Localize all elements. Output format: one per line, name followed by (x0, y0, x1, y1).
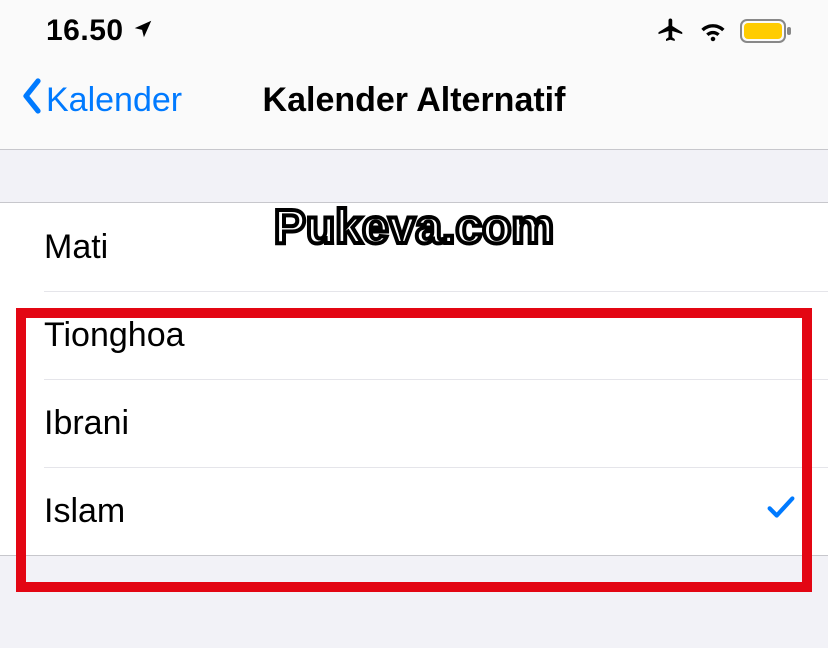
status-bar-left: 16.50 (46, 14, 154, 48)
option-label: Ibrani (44, 404, 129, 443)
status-bar-right (656, 16, 792, 46)
option-chinese[interactable]: Tionghoa (44, 291, 828, 379)
chevron-left-icon (20, 78, 44, 123)
back-label: Kalender (46, 81, 182, 120)
airplane-icon (656, 16, 686, 46)
navigation-bar: Kalender Kalender Alternatif (0, 54, 828, 150)
option-hebrew[interactable]: Ibrani (44, 379, 828, 467)
page-title: Kalender Alternatif (263, 81, 566, 120)
back-button[interactable]: Kalender (20, 78, 182, 123)
status-bar: 16.50 (0, 0, 828, 54)
location-arrow-icon (132, 18, 154, 45)
option-islamic[interactable]: Islam (44, 467, 828, 555)
option-label: Mati (44, 228, 108, 267)
wifi-icon (698, 19, 728, 43)
battery-icon (740, 19, 792, 43)
option-label: Islam (44, 492, 125, 531)
checkmark-icon (764, 490, 798, 533)
option-off[interactable]: Mati (0, 203, 828, 291)
option-label: Tionghoa (44, 316, 185, 355)
status-time: 16.50 (46, 14, 124, 48)
calendar-options-list: Mati Tionghoa Ibrani Islam (0, 202, 828, 556)
group-spacer (0, 150, 828, 202)
